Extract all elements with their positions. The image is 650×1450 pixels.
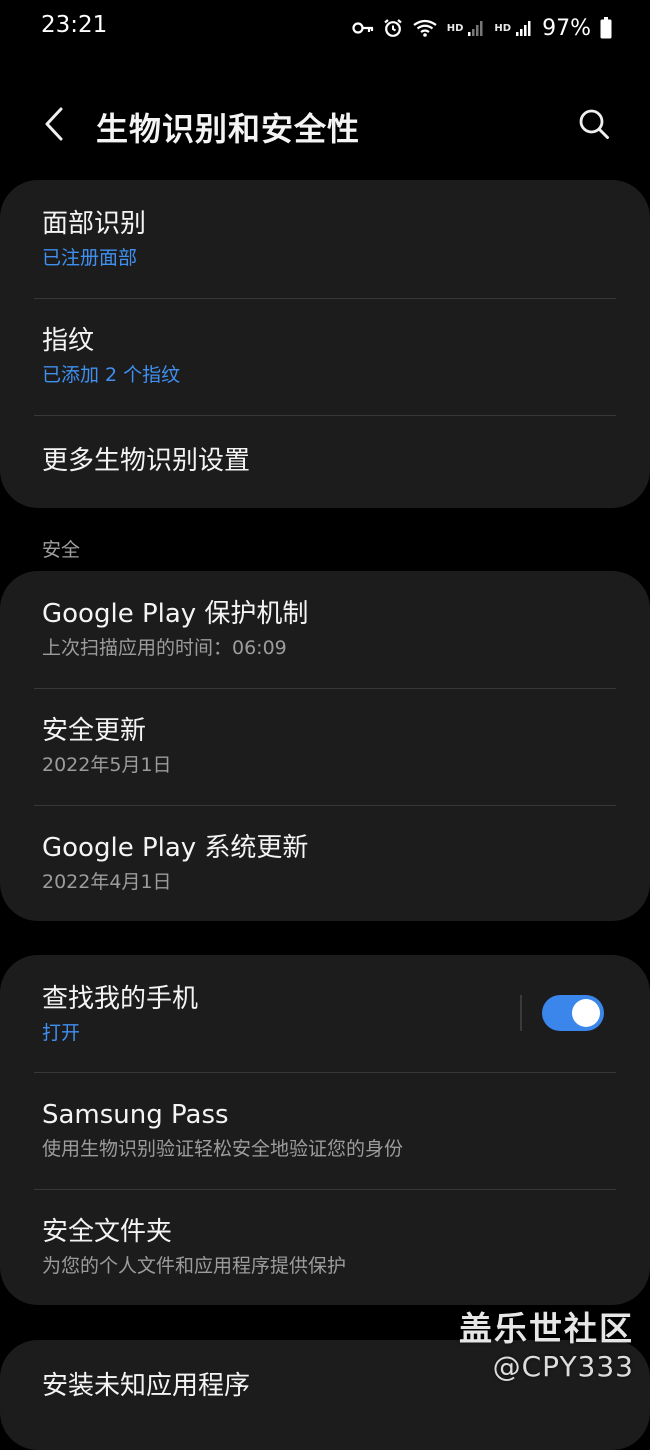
secure-folder-subtitle: 为您的个人文件和应用程序提供保护 — [42, 1255, 347, 1277]
play-system-update-title: Google Play 系统更新 — [42, 833, 309, 863]
face-recognition-item[interactable]: 面部识别 已注册面部 — [0, 180, 650, 298]
status-time: 23:21 — [41, 12, 108, 38]
search-icon — [578, 108, 610, 144]
watermark-handle: @CPY333 — [492, 1350, 634, 1383]
security-update-item[interactable]: 安全更新 2022年5月1日 — [0, 688, 650, 805]
wifi-icon — [412, 18, 438, 38]
battery-icon — [600, 17, 612, 39]
hd-indicator: HD — [494, 22, 512, 34]
security-card: Google Play 保护机制 上次扫描应用的时间：06:09 安全更新 20… — [0, 571, 650, 921]
biometrics-card: 面部识别 已注册面部 指纹 已添加 2 个指纹 更多生物识别设置 — [0, 180, 650, 508]
toggle-divider — [520, 995, 522, 1031]
samsung-pass-subtitle: 使用生物识别验证轻松安全地验证您的身份 — [42, 1138, 404, 1160]
more-biometric-settings-item[interactable]: 更多生物识别设置 — [0, 415, 650, 508]
back-button[interactable] — [34, 104, 74, 148]
security-update-title: 安全更新 — [42, 716, 147, 746]
search-button[interactable] — [572, 104, 616, 148]
status-bar: 23:21 HD HD 97% — [0, 0, 650, 56]
play-protect-subtitle: 上次扫描应用的时间：06:09 — [42, 637, 287, 659]
signal-icon — [515, 19, 533, 37]
battery-percent: 97% — [542, 15, 591, 41]
secure-folder-item[interactable]: 安全文件夹 为您的个人文件和应用程序提供保护 — [0, 1189, 650, 1305]
play-protect-item[interactable]: Google Play 保护机制 上次扫描应用的时间：06:09 — [0, 571, 650, 688]
face-recognition-title: 面部识别 — [42, 209, 147, 239]
fingerprint-item[interactable]: 指纹 已添加 2 个指纹 — [0, 298, 650, 415]
toggle-knob — [572, 999, 600, 1027]
app-bar: 生物识别和安全性 — [0, 90, 650, 162]
more-biometric-settings-title: 更多生物识别设置 — [42, 446, 251, 476]
status-icons: HD HD 97% — [352, 12, 612, 44]
hd-indicator: HD — [446, 22, 464, 34]
face-recognition-status: 已注册面部 — [42, 247, 138, 269]
play-system-update-date: 2022年4月1日 — [42, 871, 172, 893]
vpn-key-icon — [352, 21, 374, 35]
signal-icon — [467, 19, 485, 37]
alarm-icon — [383, 18, 403, 38]
chevron-left-icon — [43, 107, 65, 145]
page-title: 生物识别和安全性 — [96, 110, 361, 148]
find-my-mobile-toggle[interactable] — [542, 995, 604, 1031]
samsung-pass-title: Samsung Pass — [42, 1100, 229, 1130]
fingerprint-title: 指纹 — [42, 326, 95, 356]
section-label-security: 安全 — [42, 539, 81, 561]
find-my-mobile-item[interactable]: 查找我的手机 打开 — [0, 955, 650, 1072]
samsung-pass-item[interactable]: Samsung Pass 使用生物识别验证轻松安全地验证您的身份 — [0, 1072, 650, 1189]
watermark-community: 盖乐世社区 — [459, 1309, 634, 1348]
secure-folder-title: 安全文件夹 — [42, 1217, 173, 1247]
security-update-date: 2022年5月1日 — [42, 754, 172, 776]
play-system-update-item[interactable]: Google Play 系统更新 2022年4月1日 — [0, 805, 650, 921]
play-protect-title: Google Play 保护机制 — [42, 599, 309, 629]
fingerprint-status: 已添加 2 个指纹 — [42, 364, 181, 386]
device-security-card: 查找我的手机 打开 Samsung Pass 使用生物识别验证轻松安全地验证您的… — [0, 955, 650, 1305]
